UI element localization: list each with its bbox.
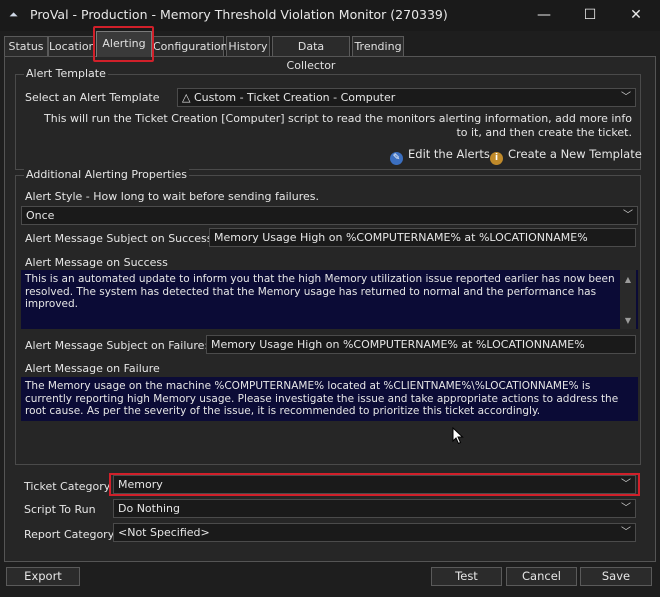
app-logo-icon: ⏶ bbox=[9, 8, 18, 21]
tab-trending[interactable]: Trending bbox=[352, 36, 404, 56]
ticket-category-label: Ticket Category bbox=[24, 480, 111, 493]
chevron-down-icon: ﹀ bbox=[623, 210, 633, 221]
tab-location[interactable]: Location bbox=[48, 36, 95, 56]
scroll-down-icon[interactable]: ▼ bbox=[620, 316, 636, 325]
close-button[interactable]: ✕ bbox=[614, 0, 658, 31]
alerting-tab-highlight bbox=[93, 26, 154, 62]
report-category-select[interactable]: <Not Specified> ﹀ bbox=[113, 523, 636, 542]
select-template-label: Select an Alert Template bbox=[25, 91, 160, 104]
success-message-label: Alert Message on Success bbox=[25, 256, 168, 269]
edit-icon: ✎ bbox=[390, 152, 403, 165]
alert-template-group-title: Alert Template bbox=[24, 67, 108, 80]
failure-message-textarea[interactable]: The Memory usage on the machine %COMPUTE… bbox=[21, 377, 638, 421]
success-message-scrollbar[interactable]: ▲ ▼ bbox=[620, 270, 636, 329]
info-icon: i bbox=[490, 152, 503, 165]
tab-data-collector[interactable]: Data Collector bbox=[272, 36, 350, 72]
alert-style-value: Once bbox=[26, 209, 55, 222]
script-to-run-label: Script To Run bbox=[24, 503, 96, 516]
alert-style-label: Alert Style - How long to wait before se… bbox=[25, 190, 319, 203]
edit-alerts-label: Edit the Alerts bbox=[408, 147, 490, 161]
ticket-category-highlight bbox=[109, 473, 640, 496]
maximize-button[interactable]: ☐ bbox=[568, 0, 612, 31]
export-button[interactable]: Export bbox=[6, 567, 80, 586]
window-title: ProVal - Production - Memory Threshold V… bbox=[30, 7, 448, 22]
report-category-value: <Not Specified> bbox=[118, 526, 210, 539]
success-message-textarea[interactable]: This is an automated update to inform yo… bbox=[21, 270, 638, 329]
chevron-down-icon: ﹀ bbox=[621, 503, 631, 514]
template-description: This will run the Ticket Creation [Compu… bbox=[44, 112, 632, 139]
tab-history[interactable]: History bbox=[226, 36, 270, 56]
chevron-down-icon: ﹀ bbox=[621, 527, 631, 538]
minimize-button[interactable]: — bbox=[522, 0, 566, 31]
script-to-run-value: Do Nothing bbox=[118, 502, 180, 515]
chevron-down-icon: ﹀ bbox=[621, 92, 631, 103]
save-button[interactable]: Save bbox=[580, 567, 652, 586]
tab-configuration[interactable]: Configuration bbox=[152, 36, 228, 56]
success-subject-label: Alert Message Subject on Success: bbox=[25, 232, 217, 245]
scroll-up-icon[interactable]: ▲ bbox=[620, 275, 636, 284]
failure-subject-label: Alert Message Subject on Failure: bbox=[25, 339, 209, 352]
failure-message-label: Alert Message on Failure bbox=[25, 362, 160, 375]
mouse-cursor-icon bbox=[452, 426, 464, 445]
success-subject-input[interactable]: Memory Usage High on %COMPUTERNAME% at %… bbox=[209, 228, 636, 247]
edit-alerts-button[interactable]: ✎ Edit the Alerts bbox=[390, 147, 490, 165]
alert-style-select[interactable]: Once ﹀ bbox=[21, 206, 638, 225]
tab-status[interactable]: Status bbox=[4, 36, 48, 56]
alert-template-select[interactable]: △ Custom - Ticket Creation - Computer ﹀ bbox=[177, 88, 636, 107]
report-category-label: Report Category bbox=[24, 528, 115, 541]
test-button[interactable]: Test bbox=[431, 567, 502, 586]
failure-subject-input[interactable]: Memory Usage High on %COMPUTERNAME% at %… bbox=[206, 335, 636, 354]
script-to-run-select[interactable]: Do Nothing ﹀ bbox=[113, 499, 636, 518]
create-template-label: Create a New Template bbox=[508, 147, 642, 161]
cancel-button[interactable]: Cancel bbox=[506, 567, 577, 586]
alert-template-value: △ Custom - Ticket Creation - Computer bbox=[182, 91, 396, 104]
create-template-button[interactable]: i Create a New Template bbox=[490, 147, 642, 165]
additional-properties-title: Additional Alerting Properties bbox=[24, 168, 189, 181]
